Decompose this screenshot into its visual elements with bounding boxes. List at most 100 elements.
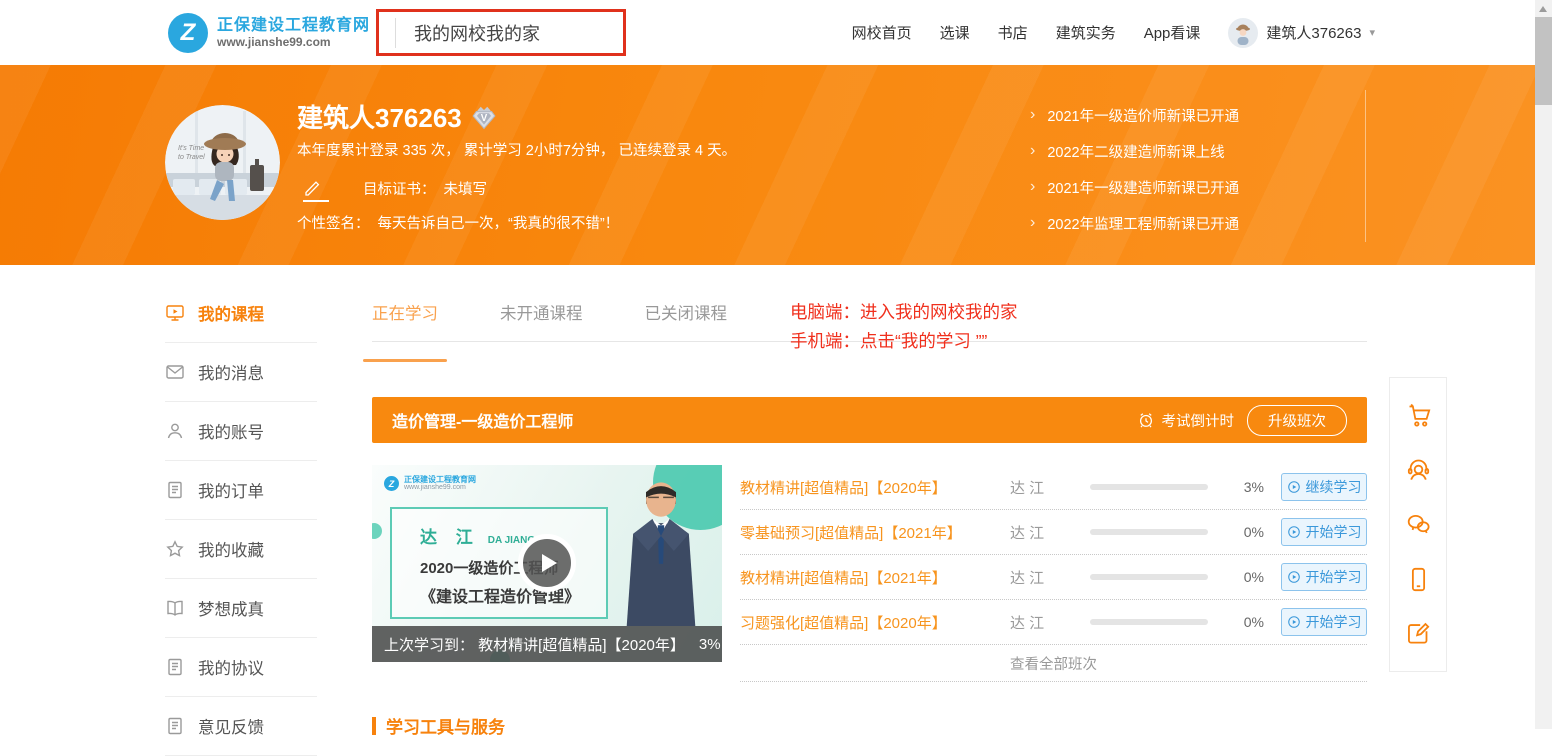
edit-pencil-icon[interactable] (303, 178, 329, 202)
action-label: 开始学习 (1306, 567, 1362, 587)
course-video-thumbnail[interactable]: Z 正保建设工程教育网 www.jianshe99.com 达 江 DA JIA… (372, 465, 722, 662)
class-teacher: 达 江 (1010, 522, 1068, 543)
agreement-icon (165, 657, 185, 677)
sidebar-item-feedback[interactable]: 意见反馈 (165, 697, 317, 756)
sidebar-item-my-messages[interactable]: 我的消息 (165, 343, 317, 402)
annotation-red-box: 我的网校我的家 (376, 9, 626, 56)
order-icon (165, 480, 185, 500)
annotation-line2: 手机端：点击“我的学习 ”” (790, 327, 1018, 356)
class-row: 教材精讲[超值精品]【2021年】 达 江 0% 开始学习 (740, 555, 1367, 600)
nav-item-home[interactable]: 网校首页 (852, 22, 912, 43)
cart-icon[interactable] (1405, 402, 1432, 429)
upgrade-class-button[interactable]: 升级班次 (1247, 405, 1347, 436)
class-title-link[interactable]: 教材精讲[超值精品]【2020年】 (740, 477, 1010, 498)
video-course-line1: 2020一级造价工程师 (420, 557, 606, 578)
sidebar-item-my-account[interactable]: 我的账号 (165, 402, 317, 461)
annotation-text: 电脑端：进入我的网校我的家 手机端：点击“我的学习 ”” (790, 298, 1018, 356)
annotation-line1: 电脑端：进入我的网校我的家 (790, 298, 1018, 327)
view-all-classes[interactable]: 查看全部班次 (740, 645, 1367, 682)
teacher-photo (606, 476, 716, 626)
scrollbar-up-arrow[interactable] (1539, 6, 1547, 12)
action-label: 开始学习 (1306, 612, 1362, 632)
video-course-line2: 《建设工程造价管理》 (420, 583, 606, 607)
progress-bar (1090, 619, 1208, 625)
signature-label: 个性签名： (297, 212, 370, 233)
class-row: 习题强化[超值精品]【2020年】 达 江 0% 开始学习 (740, 600, 1367, 645)
section-accent-bar (372, 717, 376, 735)
watermark-brand: 正保建设工程教育网 (404, 475, 476, 484)
tab-learning[interactable]: 正在学习 (372, 300, 438, 341)
user-menu[interactable]: 建筑人376263 ▾ (1228, 18, 1375, 48)
sidebar-item-my-orders[interactable]: 我的订单 (165, 461, 317, 520)
action-label: 继续学习 (1306, 477, 1362, 497)
video-watermark: Z 正保建设工程教育网 www.jianshe99.com (384, 475, 476, 492)
progress-bar (1090, 574, 1208, 580)
notice-text: 2022年监理工程师新课已开通 (1047, 213, 1239, 234)
sidebar-item-label: 梦想成真 (198, 596, 264, 620)
start-learning-button[interactable]: 开始学习 (1281, 563, 1367, 591)
sidebar-item-label: 我的账号 (198, 419, 264, 443)
sidebar-item-label: 我的协议 (198, 655, 264, 679)
chevron-right-icon: › (1030, 178, 1035, 196)
favorite-star-icon (165, 539, 185, 559)
sidebar-item-label: 我的课程 (198, 301, 264, 325)
start-learning-button[interactable]: 开始学习 (1281, 608, 1367, 636)
tab-closed[interactable]: 已关闭课程 (645, 300, 728, 341)
countdown-label: 考试倒计时 (1162, 410, 1235, 431)
exam-countdown[interactable]: 考试倒计时 (1137, 410, 1235, 431)
course-icon (165, 303, 185, 323)
feedback-edit-icon[interactable] (1405, 620, 1432, 647)
class-title-link[interactable]: 习题强化[超值精品]【2020年】 (740, 612, 1010, 633)
class-list: 教材精讲[超值精品]【2020年】 达 江 3% 继续学习 零基础预习[超值精品… (740, 465, 1367, 682)
notice-item[interactable]: › 2022年二级建造师新课上线 (1030, 133, 1239, 169)
wechat-icon[interactable] (1405, 511, 1432, 538)
nav-item-practice[interactable]: 建筑实务 (1056, 22, 1116, 43)
class-teacher: 达 江 (1010, 477, 1068, 498)
class-title-link[interactable]: 教材精讲[超值精品]【2021年】 (740, 567, 1010, 588)
continue-learning-button[interactable]: 继续学习 (1281, 473, 1367, 501)
course-card-title: 造价管理-一级造价工程师 (392, 408, 573, 432)
tools-section-header: 学习工具与服务 (372, 713, 505, 738)
progress-percent: 0% (1220, 524, 1264, 540)
logo-website-text: www.jianshe99.com (217, 35, 370, 50)
target-cert-row: 目标证书： 未填写 (303, 178, 487, 202)
progress-bar (1090, 529, 1208, 535)
avatar-caption-line1: It's Time (178, 145, 204, 152)
notice-text: 2022年二级建造师新课上线 (1047, 141, 1224, 162)
vip-badge-icon[interactable]: V (472, 104, 496, 130)
customer-service-icon[interactable] (1405, 456, 1432, 483)
notice-text: 2021年一级造价师新课已开通 (1047, 105, 1239, 126)
mobile-app-icon[interactable] (1405, 566, 1432, 593)
nav-item-courses[interactable]: 选课 (940, 22, 970, 43)
account-icon (165, 421, 185, 441)
site-logo[interactable]: Z 正保建设工程教育网 www.jianshe99.com (168, 13, 370, 53)
sidebar-item-dreams-come-true[interactable]: 梦想成真 (165, 579, 317, 638)
notice-item[interactable]: › 2022年监理工程师新课已开通 (1030, 205, 1239, 241)
progress-percent: 0% (1220, 569, 1264, 585)
tab-not-opened[interactable]: 未开通课程 (500, 300, 583, 341)
sidebar-item-my-agreements[interactable]: 我的协议 (165, 638, 317, 697)
nav-item-app[interactable]: App看课 (1144, 22, 1201, 43)
banner-username: 建筑人376263 V (297, 98, 496, 135)
class-title-link[interactable]: 零基础预习[超值精品]【2021年】 (740, 522, 1010, 543)
sidebar-item-my-courses[interactable]: 我的课程 (165, 284, 317, 343)
notice-item[interactable]: › 2021年一级造价师新课已开通 (1030, 97, 1239, 133)
user-avatar-small (1228, 18, 1258, 48)
play-circle-icon (1287, 480, 1301, 494)
progress-percent: 3% (1220, 479, 1264, 495)
target-cert-value[interactable]: 未填写 (444, 178, 488, 199)
user-avatar-large[interactable]: It's Time to Travel (165, 105, 280, 220)
sidebar-item-my-favorites[interactable]: 我的收藏 (165, 520, 317, 579)
nav-item-bookstore[interactable]: 书店 (998, 22, 1028, 43)
course-card: 造价管理-一级造价工程师 考试倒计时 升级班次 Z (372, 397, 1367, 682)
watermark-site: www.jianshe99.com (404, 484, 476, 492)
floating-toolbar (1389, 377, 1447, 672)
page-scrollbar[interactable] (1535, 0, 1552, 729)
last-learned-text: 上次学习到： 教材精讲[超值精品]【2020年】 (384, 634, 685, 655)
scrollbar-thumb[interactable] (1535, 17, 1552, 105)
username-text: 建筑人376263 (1266, 22, 1361, 43)
notice-item[interactable]: › 2021年一级建造师新课已开通 (1030, 169, 1239, 205)
signature-row: 个性签名： 每天告诉自己一次，“我真的很不错”！ (297, 212, 619, 233)
play-button[interactable] (518, 534, 576, 592)
start-learning-button[interactable]: 开始学习 (1281, 518, 1367, 546)
